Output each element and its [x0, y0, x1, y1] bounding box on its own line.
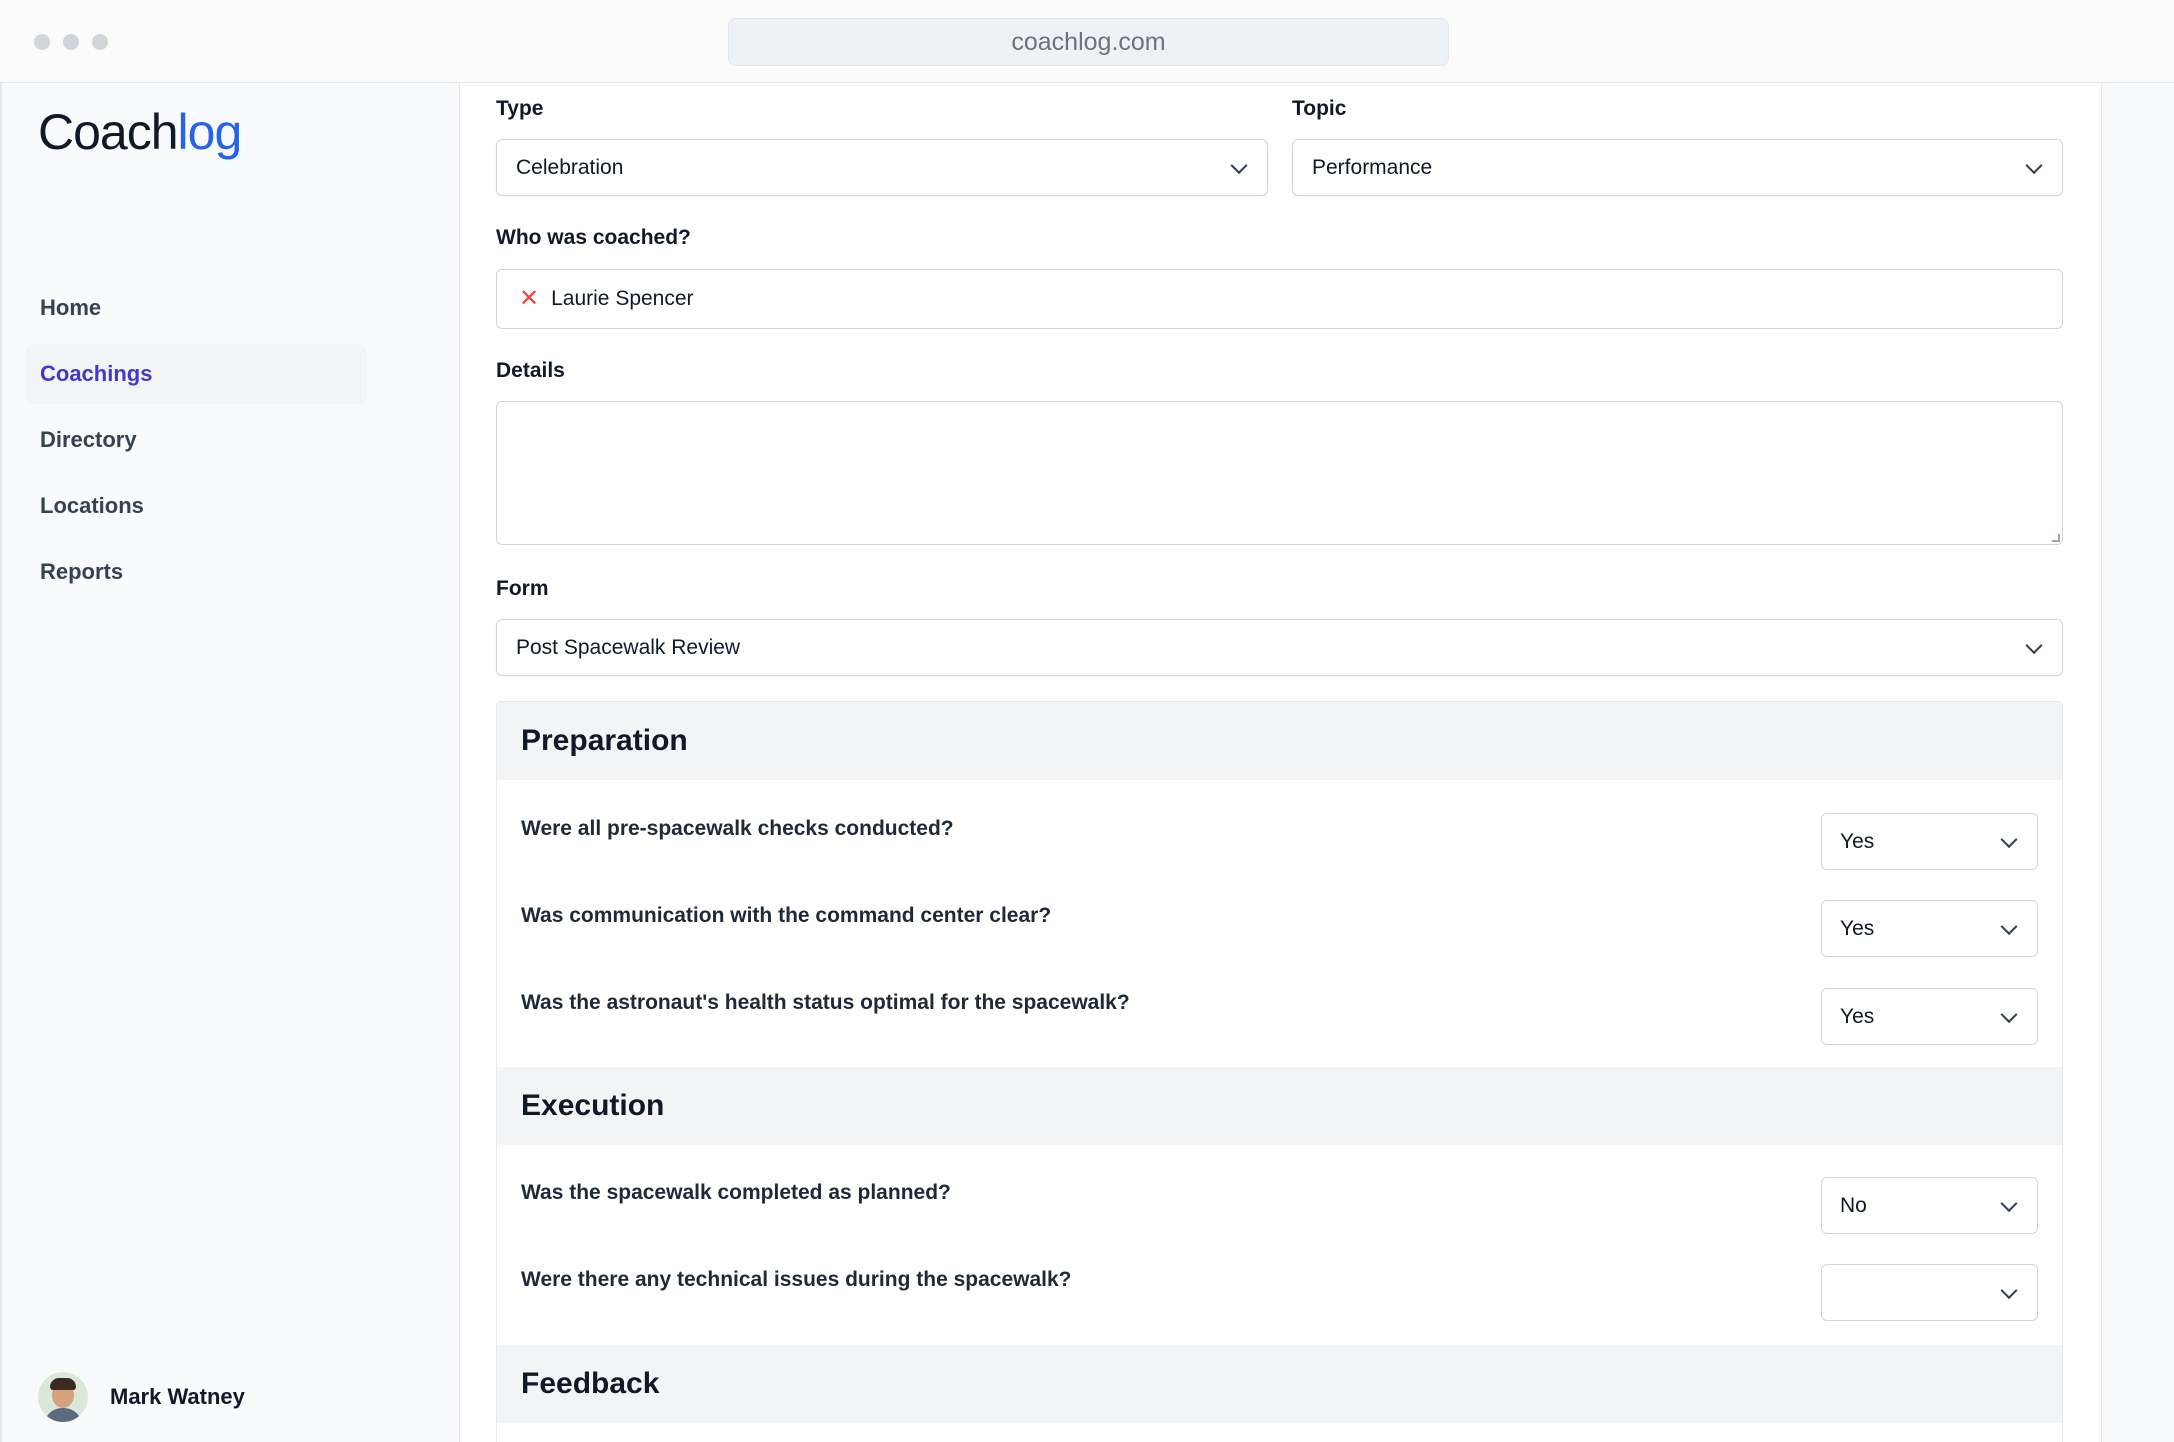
coachlog-logo[interactable]: Coachlog	[38, 103, 243, 161]
answer-select-value: Yes	[1840, 1004, 1875, 1028]
form-questions-panel: Preparation Were all pre-spacewalk check…	[496, 701, 2063, 1442]
section-header-feedback: Feedback	[497, 1345, 2062, 1423]
question-text: Were there any technical issues during t…	[521, 1268, 1072, 1291]
answer-select[interactable]: Yes	[1821, 988, 2038, 1045]
sidebar-nav: Home Coachings Directory Locations Repor…	[26, 278, 367, 608]
answer-select[interactable]	[1821, 1264, 2038, 1321]
who-coached-label: Who was coached?	[496, 226, 691, 249]
topic-label: Topic	[1292, 97, 1347, 120]
window-controls	[34, 34, 108, 50]
user-name: Mark Watney	[110, 1384, 245, 1409]
sidebar-item-locations[interactable]: Locations	[26, 476, 367, 536]
chevron-down-icon	[2025, 156, 2043, 174]
details-textarea[interactable]	[496, 401, 2063, 545]
user-profile[interactable]: Mark Watney	[38, 1372, 245, 1422]
answer-select[interactable]: No	[1821, 1177, 2038, 1234]
details-label: Details	[496, 359, 565, 382]
close-window-dot[interactable]	[34, 34, 50, 50]
topic-select-value: Performance	[1312, 155, 1433, 179]
sidebar: Coachlog Home Coachings Directory Locati…	[0, 83, 460, 1442]
sidebar-item-coachings[interactable]: Coachings	[26, 344, 367, 404]
who-coached-input[interactable]: ✕ Laurie Spencer	[496, 269, 2063, 329]
browser-chrome: coachlog.com	[0, 0, 2174, 83]
answer-select-value: Yes	[1840, 916, 1875, 940]
chevron-down-icon	[2000, 830, 2018, 848]
question-text: Were all pre-spacewalk checks conducted?	[521, 817, 954, 840]
maximize-window-dot[interactable]	[92, 34, 108, 50]
question-text: Was the astronaut's health status optima…	[521, 991, 1130, 1014]
form-select-value: Post Spacewalk Review	[516, 635, 741, 659]
address-bar[interactable]: coachlog.com	[728, 18, 1449, 66]
chevron-down-icon	[2000, 1281, 2018, 1299]
sidebar-item-reports[interactable]: Reports	[26, 542, 367, 602]
form-select[interactable]: Post Spacewalk Review	[496, 619, 2063, 676]
chevron-down-icon	[2000, 1194, 2018, 1212]
answer-select[interactable]: Yes	[1821, 813, 2038, 870]
chevron-down-icon	[2000, 1005, 2018, 1023]
chevron-down-icon	[2025, 636, 2043, 654]
chevron-down-icon	[1230, 156, 1248, 174]
answer-select[interactable]: Yes	[1821, 900, 2038, 957]
sidebar-item-home[interactable]: Home	[26, 278, 367, 338]
logo-text-log: log	[177, 104, 243, 160]
minimize-window-dot[interactable]	[63, 34, 79, 50]
type-label: Type	[496, 97, 544, 120]
coached-person-tag: Laurie Spencer	[551, 287, 694, 310]
resize-handle-icon[interactable]	[2052, 534, 2060, 542]
logo-text-coach: Coach	[38, 104, 179, 160]
sidebar-item-directory[interactable]: Directory	[26, 410, 367, 470]
question-text: Was the spacewalk completed as planned?	[521, 1181, 951, 1204]
topic-select[interactable]: Performance	[1292, 139, 2063, 196]
question-text: Was communication with the command cente…	[521, 904, 1052, 927]
form-label: Form	[496, 577, 549, 600]
section-header-preparation: Preparation	[497, 702, 2062, 780]
type-select-value: Celebration	[516, 155, 624, 179]
chevron-down-icon	[2000, 917, 2018, 935]
main-content: Type Celebration Topic Performance Who w…	[460, 83, 2102, 1442]
right-gutter	[2102, 83, 2174, 1442]
type-select[interactable]: Celebration	[496, 139, 1268, 196]
answer-select-value: No	[1840, 1193, 1867, 1217]
avatar	[38, 1372, 88, 1422]
section-header-execution: Execution	[497, 1067, 2062, 1145]
answer-select-value: Yes	[1840, 829, 1875, 853]
remove-tag-icon[interactable]: ✕	[519, 287, 539, 311]
